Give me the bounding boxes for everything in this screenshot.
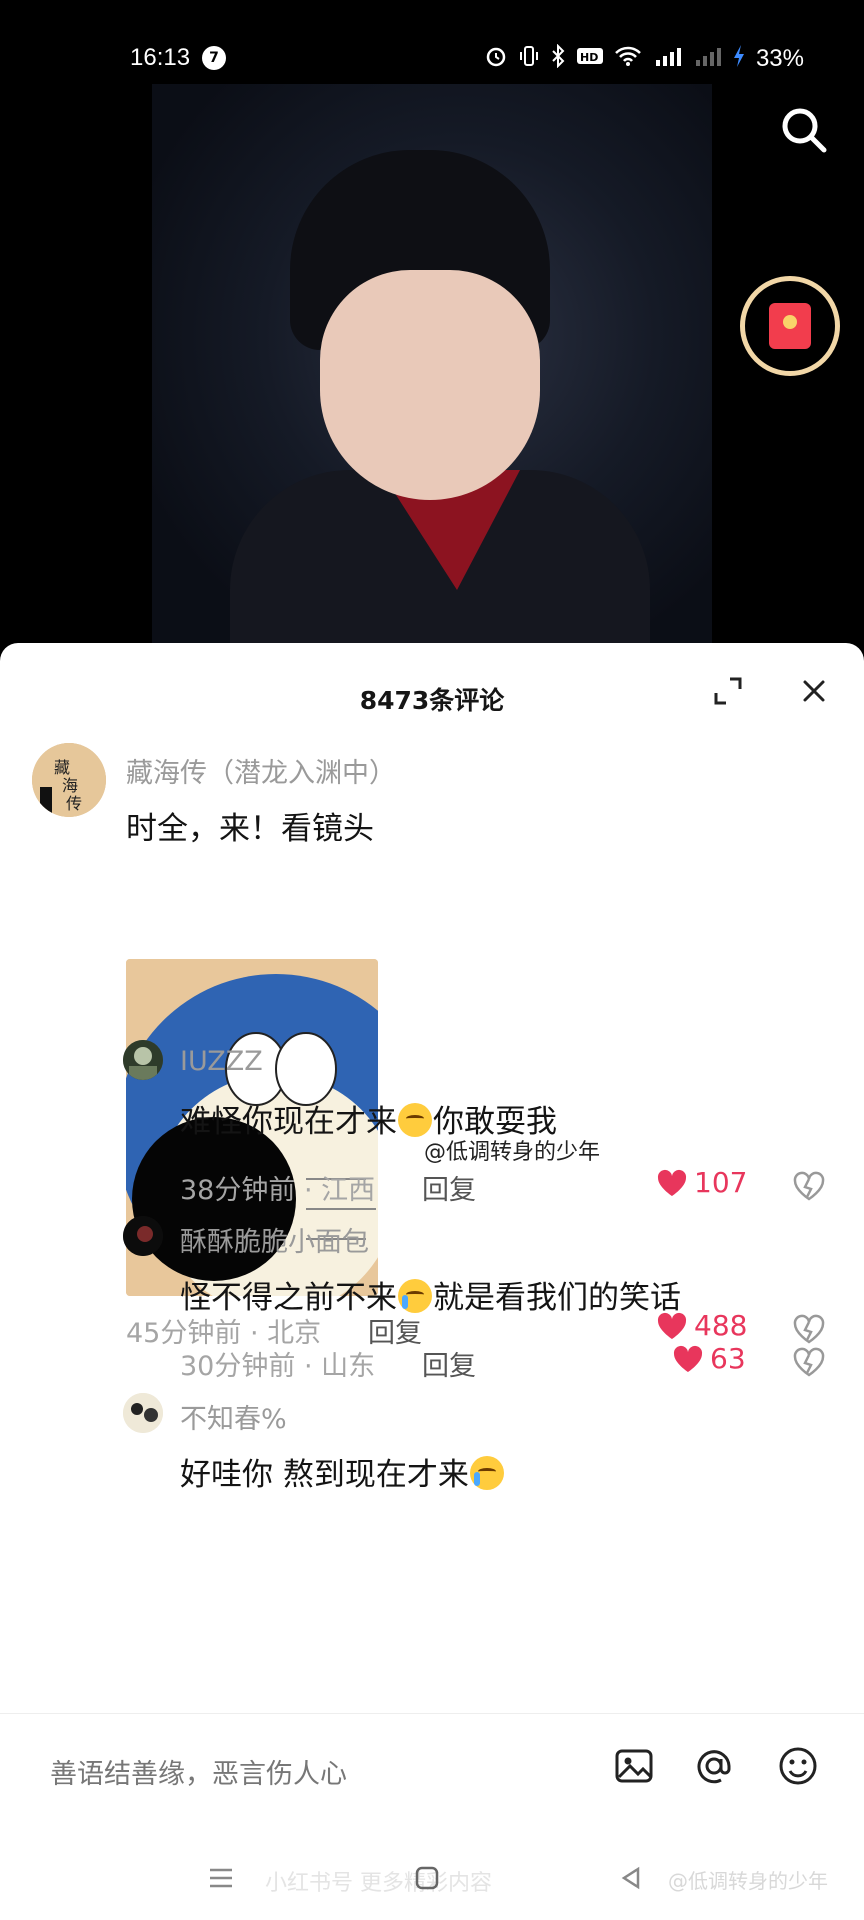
dislike-icon[interactable] bbox=[792, 1346, 826, 1378]
comment-item: 酥酥脆脆小面包 怪不得之前不来 就是看我们的笑话 30分钟前 · 山东 回复 63 bbox=[0, 1216, 864, 1396]
menu-icon[interactable] bbox=[206, 1863, 236, 1893]
comment-input-bar: 善语结善缘，恶言伤人心 bbox=[0, 1713, 864, 1823]
notification-badge: 7 bbox=[202, 46, 226, 70]
crying-emoji-icon bbox=[398, 1279, 432, 1313]
red-envelope-icon bbox=[769, 303, 811, 349]
status-icons: HD 33% bbox=[484, 43, 804, 74]
like-button[interactable]: 107 bbox=[656, 1166, 747, 1199]
avatar[interactable] bbox=[123, 1393, 163, 1433]
comment-username[interactable]: IUZZZ bbox=[180, 1046, 263, 1077]
grin-emoji-icon bbox=[398, 1103, 432, 1137]
vibrate-icon bbox=[518, 44, 540, 74]
watermark-handle: @低调转身的少年 bbox=[668, 1869, 828, 1893]
emoji-icon[interactable] bbox=[776, 1744, 820, 1788]
reply-button[interactable]: 回复 bbox=[422, 1344, 476, 1383]
comment-text: 怪不得之前不来 就是看我们的笑话 bbox=[180, 1272, 681, 1317]
status-bar: 16:13 7 HD 33% bbox=[0, 0, 864, 110]
svg-text:HD: HD bbox=[580, 51, 598, 64]
comment-item: IUZZZ 难怪你现在才来 你敢耍我 @低调转身的少年 38分钟前 · 江西 回复… bbox=[0, 1040, 864, 1220]
battery-level: 33% bbox=[755, 45, 804, 72]
comment-meta: 30分钟前 · 山东 bbox=[180, 1351, 376, 1382]
back-icon[interactable] bbox=[616, 1863, 646, 1893]
status-time: 16:13 bbox=[130, 44, 191, 71]
close-icon[interactable] bbox=[796, 673, 832, 709]
alarm-icon bbox=[484, 44, 508, 74]
comment-text-part: 就是看我们的笑话 bbox=[433, 1280, 681, 1316]
heart-icon bbox=[673, 1345, 703, 1372]
charging-icon bbox=[732, 44, 746, 74]
comment-meta: 38分钟前 · 江西 bbox=[180, 1175, 376, 1206]
image-icon[interactable] bbox=[612, 1744, 656, 1788]
signal-sim2-icon bbox=[692, 44, 722, 74]
comment-text-part: 难怪你现在才来 bbox=[180, 1104, 397, 1140]
dislike-icon[interactable] bbox=[792, 1170, 826, 1202]
comment-username[interactable]: 藏海传（潜龙入渊中） bbox=[126, 751, 396, 790]
system-nav-bar: 小红书号 更多精彩内容 @低调转身的少年 bbox=[0, 1823, 864, 1920]
comment-text: 好哇你 熬到现在才来 bbox=[180, 1449, 505, 1494]
search-icon[interactable] bbox=[778, 104, 830, 156]
comment-input[interactable]: 善语结善缘，恶言伤人心 bbox=[50, 1752, 347, 1791]
comment-username[interactable]: 不知春% bbox=[180, 1397, 287, 1436]
like-count: 63 bbox=[710, 1342, 746, 1375]
svg-text:传: 传 bbox=[66, 794, 82, 813]
at-icon[interactable] bbox=[692, 1744, 736, 1788]
heart-icon bbox=[657, 1169, 687, 1196]
watermark-mention: @低调转身的少年 bbox=[424, 1140, 601, 1165]
comment-item: 不知春% 好哇你 熬到现在才来 bbox=[0, 1393, 864, 1513]
video-player[interactable]: 16:13 7 HD 33% bbox=[0, 0, 864, 650]
reply-button[interactable]: 回复 bbox=[422, 1168, 476, 1207]
avatar[interactable] bbox=[123, 1040, 163, 1080]
comments-header: 8473条评论 bbox=[0, 643, 864, 743]
comment-username[interactable]: 酥酥脆脆小面包 bbox=[180, 1220, 369, 1259]
comment-text-part: 怪不得之前不来 bbox=[180, 1280, 397, 1316]
svg-text:海: 海 bbox=[62, 776, 78, 795]
wifi-icon bbox=[614, 45, 642, 73]
red-envelope-button[interactable] bbox=[740, 276, 840, 376]
home-icon[interactable] bbox=[412, 1863, 442, 1893]
bluetooth-icon bbox=[550, 43, 566, 74]
like-count: 107 bbox=[694, 1166, 748, 1199]
comment-text-part: 好哇你 熬到现在才来 bbox=[180, 1457, 469, 1493]
crying-emoji-icon bbox=[469, 1456, 504, 1490]
video-figure-face bbox=[320, 270, 540, 500]
hd-icon: HD bbox=[576, 45, 604, 73]
avatar[interactable]: 藏 海 传 bbox=[32, 743, 106, 817]
avatar[interactable] bbox=[123, 1216, 163, 1256]
signal-5g-icon bbox=[652, 44, 682, 74]
svg-text:藏: 藏 bbox=[54, 758, 70, 777]
watermark-text: 小红书号 更多精彩内容 bbox=[265, 1871, 492, 1896]
comment-text: 时全，来！看镜头 bbox=[126, 811, 374, 847]
expand-icon[interactable] bbox=[710, 673, 746, 709]
like-button[interactable]: 63 bbox=[672, 1342, 746, 1375]
